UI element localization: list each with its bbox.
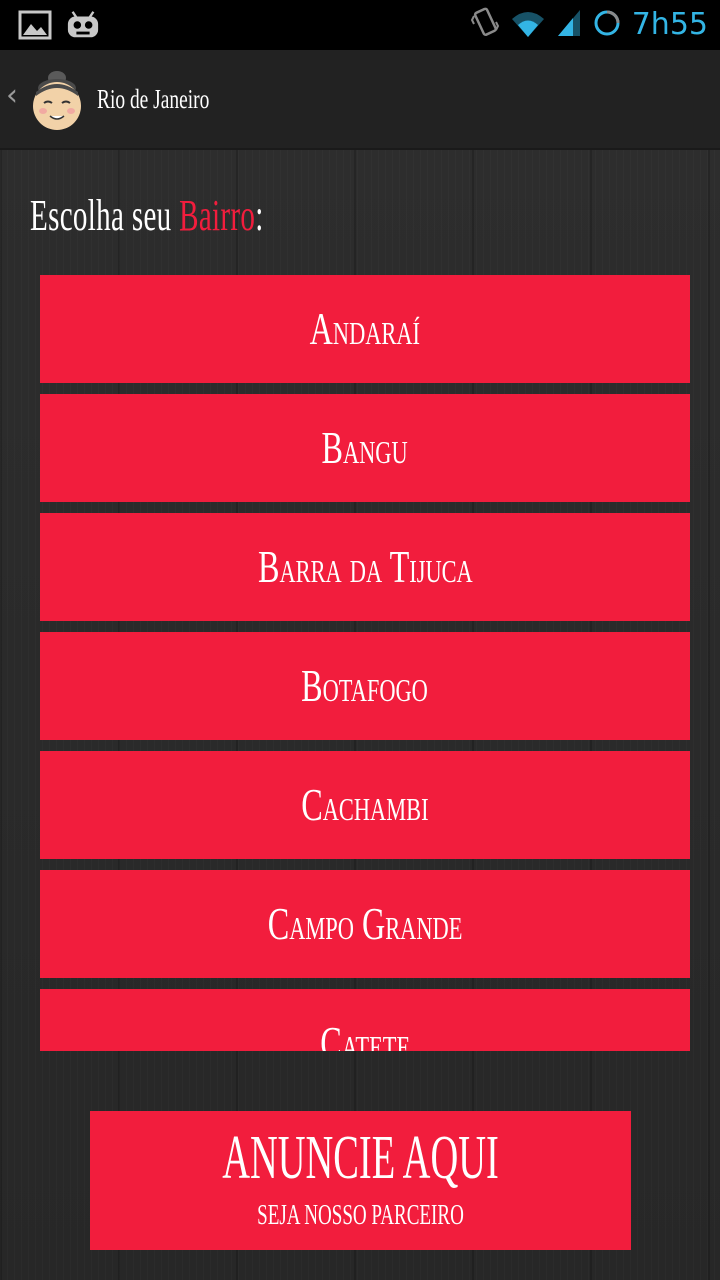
neighborhood-label: Andaraí bbox=[309, 303, 421, 354]
sumo-avatar-icon[interactable] bbox=[26, 66, 88, 132]
action-bar: ‹ Rio de Janeiro bbox=[0, 50, 720, 150]
main-content: Escolha seu Bairro: Andaraí Bangu Barra … bbox=[0, 150, 720, 1280]
wifi-icon bbox=[510, 8, 546, 43]
status-left-icons bbox=[18, 8, 100, 42]
status-time: 7h55 bbox=[631, 7, 708, 42]
neighborhood-label: Cachambi bbox=[301, 779, 429, 830]
chevron-left-icon[interactable]: ‹ bbox=[6, 78, 18, 114]
neighborhood-button[interactable]: Andaraí bbox=[40, 275, 690, 383]
neighborhood-button[interactable]: Bangu bbox=[40, 394, 690, 502]
image-icon bbox=[18, 8, 52, 42]
page-heading: Escolha seu Bairro: bbox=[30, 190, 264, 242]
neighborhood-label: Bangu bbox=[321, 422, 409, 473]
neighborhood-button[interactable]: Campo Grande bbox=[40, 870, 690, 978]
ad-banner-subtitle: SEJA NOSSO PARCEIRO bbox=[257, 1200, 464, 1231]
neighborhood-label: Campo Grande bbox=[267, 898, 463, 949]
ad-banner-title: ANUNCIE AQUI bbox=[222, 1124, 499, 1192]
status-bar: 7h55 bbox=[0, 0, 720, 50]
ad-banner-button[interactable]: ANUNCIE AQUI SEJA NOSSO PARCEIRO bbox=[90, 1111, 631, 1250]
heading-prefix: Escolha seu bbox=[30, 191, 180, 240]
signal-icon bbox=[556, 8, 582, 43]
status-right: 7h55 bbox=[470, 6, 708, 44]
neighborhood-label: Barra da Tijuca bbox=[257, 541, 473, 592]
neighborhood-button[interactable]: Cachambi bbox=[40, 751, 690, 859]
heading-suffix: : bbox=[255, 191, 264, 240]
neighborhood-button[interactable]: Botafogo bbox=[40, 632, 690, 740]
heading-highlight: Bairro bbox=[179, 191, 256, 240]
neighborhood-list[interactable]: Andaraí Bangu Barra da Tijuca Botafogo C… bbox=[40, 275, 690, 1051]
neighborhood-button[interactable]: Catete bbox=[40, 989, 690, 1051]
neighborhood-label: Botafogo bbox=[301, 660, 429, 711]
android-icon bbox=[66, 8, 100, 42]
sync-icon bbox=[592, 8, 622, 43]
action-bar-title: Rio de Janeiro bbox=[97, 84, 210, 114]
neighborhood-button[interactable]: Barra da Tijuca bbox=[40, 513, 690, 621]
vibrate-icon bbox=[470, 6, 500, 45]
neighborhood-label: Catete bbox=[320, 1017, 410, 1051]
